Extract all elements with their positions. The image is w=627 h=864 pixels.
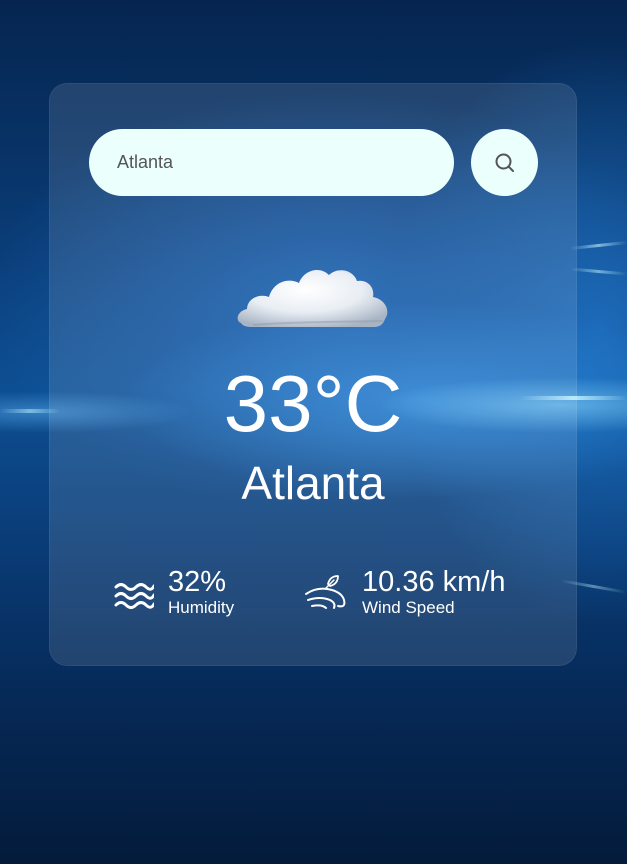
light-ray	[569, 241, 627, 250]
cloud-icon	[237, 269, 388, 327]
wind-detail: 10.36 km/h Wind Speed	[304, 566, 505, 618]
humidity-value: 32%	[168, 566, 227, 598]
weather-card: 33°C Atlanta 32% Humidity 10.36 km/h Win…	[49, 83, 577, 666]
wind-text: 10.36 km/h Wind Speed	[362, 566, 505, 618]
search-button[interactable]	[471, 129, 538, 196]
light-ray	[569, 267, 627, 276]
wind-value: 10.36 km/h	[362, 566, 506, 598]
wind-label: Wind Speed	[362, 598, 455, 617]
humidity-label: Humidity	[168, 598, 235, 617]
city-name: Atlanta	[241, 457, 385, 509]
temperature: 33°C	[223, 359, 403, 448]
search-input[interactable]	[89, 129, 454, 196]
humidity-text: 32% Humidity	[168, 566, 234, 618]
search-icon	[495, 153, 514, 172]
wind-icon	[305, 575, 346, 609]
humidity-detail: 32% Humidity	[114, 566, 234, 618]
humidity-waves-icon	[114, 583, 154, 609]
